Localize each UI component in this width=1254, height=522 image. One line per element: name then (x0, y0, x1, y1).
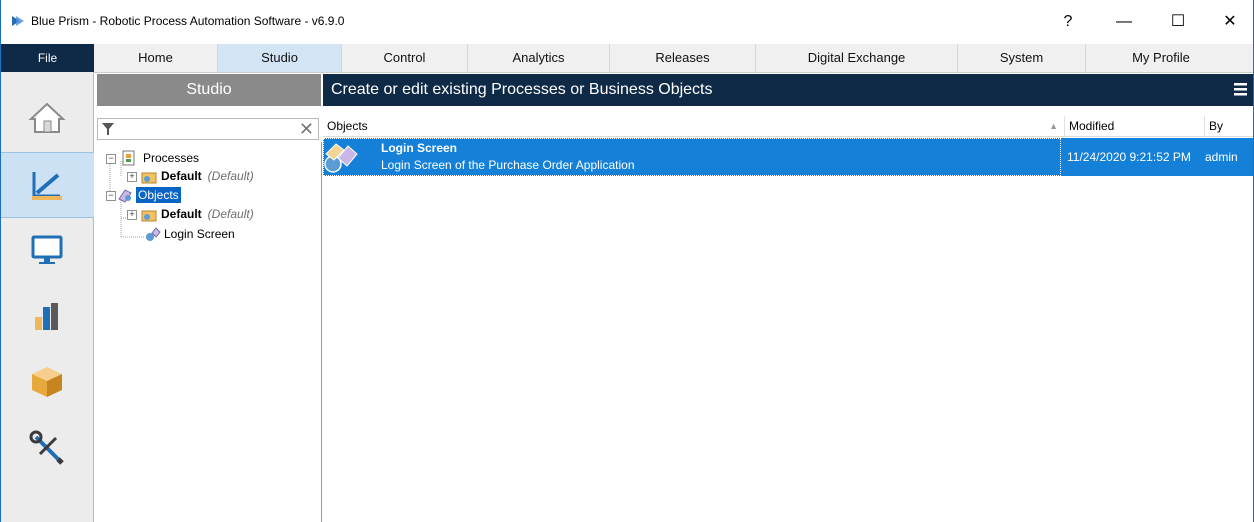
hamburger-menu-icon[interactable] (1234, 83, 1247, 96)
clear-filter-icon[interactable]: ✕ (299, 119, 314, 139)
filter-funnel-icon (102, 123, 114, 135)
studio-panel-header: Studio (97, 74, 321, 106)
tab-digital-exchange[interactable]: Digital Exchange (756, 44, 958, 72)
home-icon (28, 102, 66, 133)
tree-node-objects-default[interactable]: Default (Default) (161, 206, 254, 222)
tab-studio[interactable]: Studio (218, 44, 342, 72)
process-group-folder-icon (141, 172, 157, 184)
row-modified-date: 11/24/2020 9:21:52 PM (1067, 150, 1191, 164)
file-menu-button[interactable]: File (1, 44, 94, 72)
tab-analytics[interactable]: Analytics (468, 44, 610, 72)
business-object-icon (146, 227, 161, 241)
row-object-name: Login Screen (381, 141, 458, 155)
objects-folder-icon (118, 189, 132, 203)
processes-folder-icon (122, 150, 135, 166)
left-navigation (1, 72, 94, 522)
sort-ascending-icon: ▲ (1049, 121, 1058, 131)
blue-prism-logo-icon (12, 16, 24, 26)
nav-control-button[interactable] (1, 218, 94, 284)
tab-my-profile[interactable]: My Profile (1086, 44, 1236, 72)
control-monitor-icon (31, 235, 63, 264)
window-title: Blue Prism - Robotic Process Automation … (31, 14, 345, 28)
tab-home[interactable]: Home (94, 44, 218, 72)
nav-home-button[interactable] (1, 86, 94, 152)
system-tools-icon (29, 430, 64, 465)
column-header-objects[interactable]: Objects ▲ (323, 116, 1065, 136)
column-header-modified[interactable]: Modified (1065, 116, 1205, 136)
tree-label-processes-default: Default (161, 169, 202, 183)
table-row[interactable]: Login Screen Login Screen of the Purchas… (323, 138, 1253, 176)
tree-node-processes-default[interactable]: Default (Default) (161, 168, 254, 184)
tree-node-login-screen[interactable]: Login Screen (164, 226, 235, 242)
tab-system[interactable]: System (958, 44, 1086, 72)
objects-default-expand-toggle[interactable]: + (127, 210, 137, 220)
minimize-button[interactable]: — (1101, 6, 1147, 38)
object-group-folder-icon (141, 210, 157, 222)
column-label-objects: Objects (327, 119, 368, 133)
tree-filter-box: ✕ (97, 118, 319, 140)
nav-releases-button[interactable] (1, 350, 94, 416)
analytics-bar-icon (35, 303, 58, 330)
column-header-by[interactable]: By (1205, 116, 1253, 136)
tab-control[interactable]: Control (342, 44, 468, 72)
title-bar: Blue Prism - Robotic Process Automation … (1, 0, 1253, 44)
row-object-description: Login Screen of the Purchase Order Appli… (381, 158, 635, 172)
maximize-button[interactable]: ☐ (1155, 6, 1201, 38)
tab-releases[interactable]: Releases (610, 44, 756, 72)
main-panel-title: Create or edit existing Processes or Bus… (331, 81, 713, 98)
nav-studio-button[interactable] (1, 152, 94, 218)
default-tag: (Default) (207, 207, 254, 221)
tree-label-processes: Processes (143, 151, 200, 165)
row-modified-by: admin (1205, 150, 1238, 164)
business-object-icon (324, 143, 358, 173)
releases-box-icon (32, 367, 62, 397)
studio-tree: − Processes + Default (Default) − Objects… (97, 142, 322, 522)
nav-system-button[interactable] (1, 416, 94, 482)
help-button[interactable]: ? (1045, 6, 1091, 38)
objects-collapse-toggle[interactable]: − (106, 191, 116, 201)
list-header: Objects ▲ Modified By (323, 116, 1253, 137)
tree-label-login-screen: Login Screen (164, 227, 235, 241)
processes-collapse-toggle[interactable]: − (106, 154, 116, 164)
processes-default-expand-toggle[interactable]: + (127, 172, 137, 182)
tree-label-objects-default: Default (161, 207, 202, 221)
nav-analytics-button[interactable] (1, 284, 94, 350)
app-window: Blue Prism - Robotic Process Automation … (0, 0, 1254, 522)
default-tag: (Default) (207, 169, 254, 183)
close-button[interactable]: ✕ (1207, 6, 1253, 38)
tree-label-objects: Objects (136, 187, 181, 203)
main-panel-header: Create or edit existing Processes or Bus… (323, 74, 1253, 106)
studio-icon (32, 172, 62, 200)
tree-filter-input[interactable] (118, 121, 292, 139)
